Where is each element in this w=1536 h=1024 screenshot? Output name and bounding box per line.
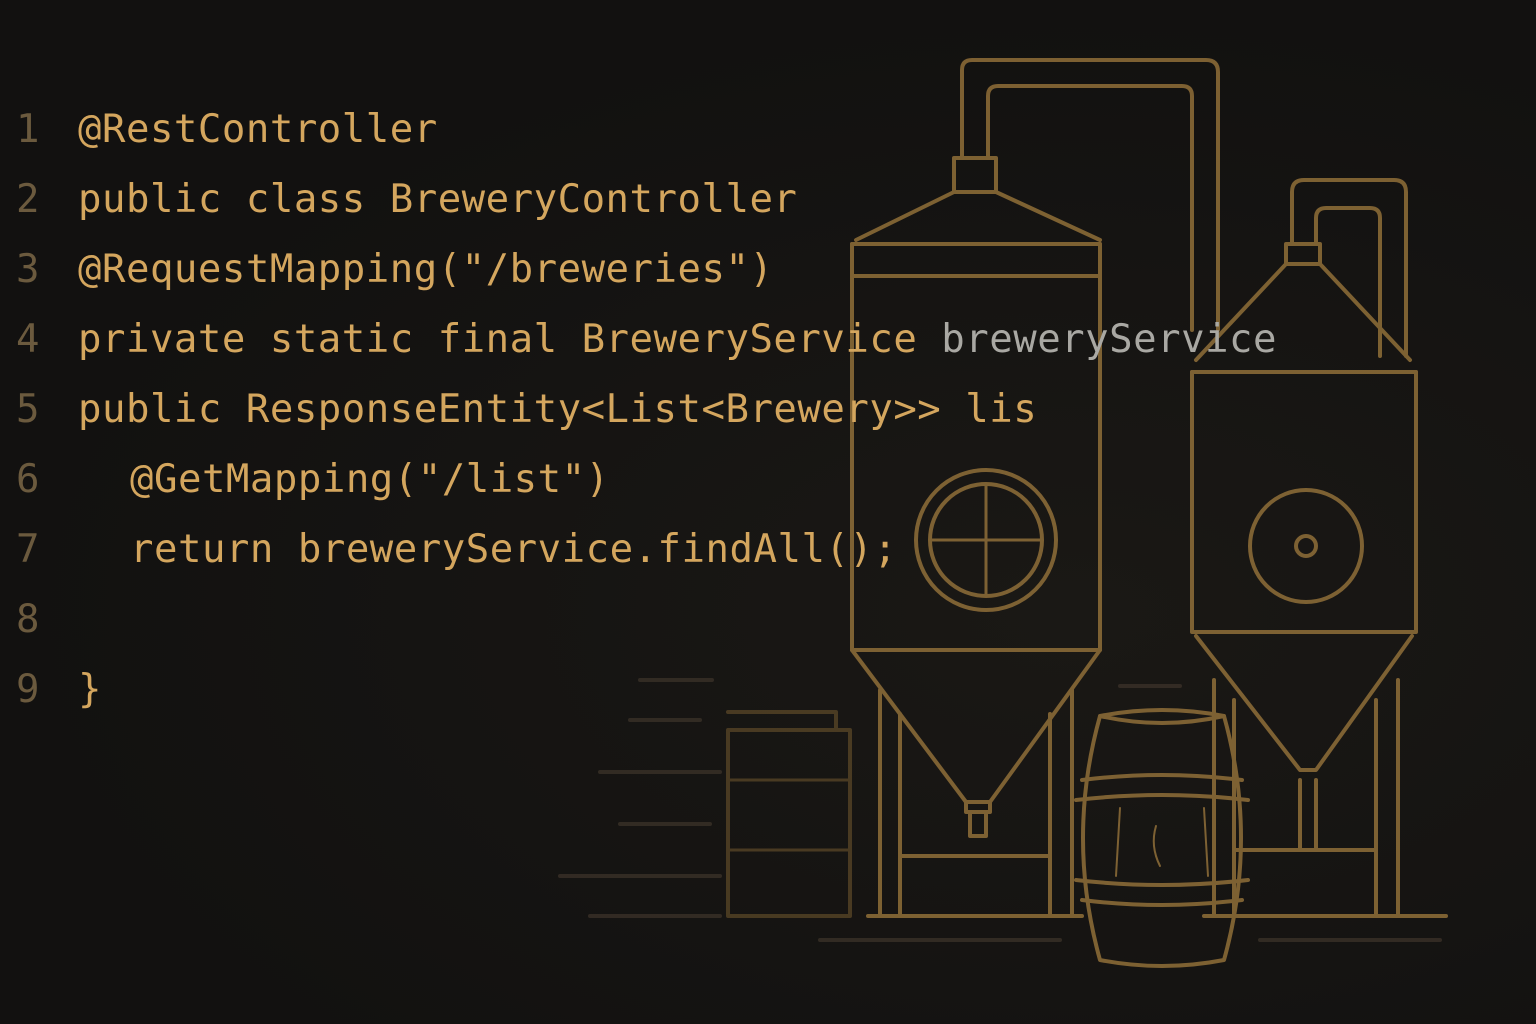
line-number: 4 bbox=[16, 316, 40, 362]
line-number: 6 bbox=[16, 456, 40, 502]
code-line[interactable]: 7 return breweryService.findAll(); bbox=[0, 514, 1536, 584]
line-number: 9 bbox=[16, 666, 40, 712]
code-text: return breweryService.findAll(); bbox=[130, 526, 898, 572]
code-line[interactable]: 5 public ResponseEntity<List<Brewery>> l… bbox=[0, 374, 1536, 444]
code-text-main: private static final BreweryService bbox=[78, 316, 942, 362]
code-text: private static final BreweryService brew… bbox=[78, 317, 1277, 362]
code-line[interactable]: 4 private static final BreweryService br… bbox=[0, 304, 1536, 374]
editor-background: 1 @RestController 2 public class Brewery… bbox=[0, 0, 1536, 1024]
code-text: } bbox=[78, 666, 102, 712]
code-text: @RestController bbox=[78, 106, 438, 152]
line-number: 3 bbox=[16, 246, 40, 292]
code-line[interactable]: 8 bbox=[0, 584, 1536, 654]
code-editor[interactable]: 1 @RestController 2 public class Brewery… bbox=[0, 94, 1536, 724]
code-line[interactable]: 1 @RestController bbox=[0, 94, 1536, 164]
code-text: public class BreweryController bbox=[78, 176, 798, 222]
code-text: @GetMapping("/list") bbox=[130, 456, 610, 502]
line-number: 7 bbox=[16, 526, 40, 572]
line-number: 8 bbox=[16, 596, 40, 642]
code-line[interactable]: 3 @RequestMapping("/breweries") bbox=[0, 234, 1536, 304]
line-number: 1 bbox=[16, 106, 40, 152]
code-line[interactable]: 2 public class BreweryController bbox=[0, 164, 1536, 234]
highlighted-identifier: breweryService bbox=[941, 316, 1278, 362]
line-number: 5 bbox=[16, 386, 40, 432]
code-text: @RequestMapping("/breweries") bbox=[78, 246, 774, 292]
code-text: public ResponseEntity<List<Brewery>> lis bbox=[78, 386, 1038, 432]
line-number: 2 bbox=[16, 176, 40, 222]
code-line[interactable]: 9 } bbox=[0, 654, 1536, 724]
code-line[interactable]: 6 @GetMapping("/list") bbox=[0, 444, 1536, 514]
